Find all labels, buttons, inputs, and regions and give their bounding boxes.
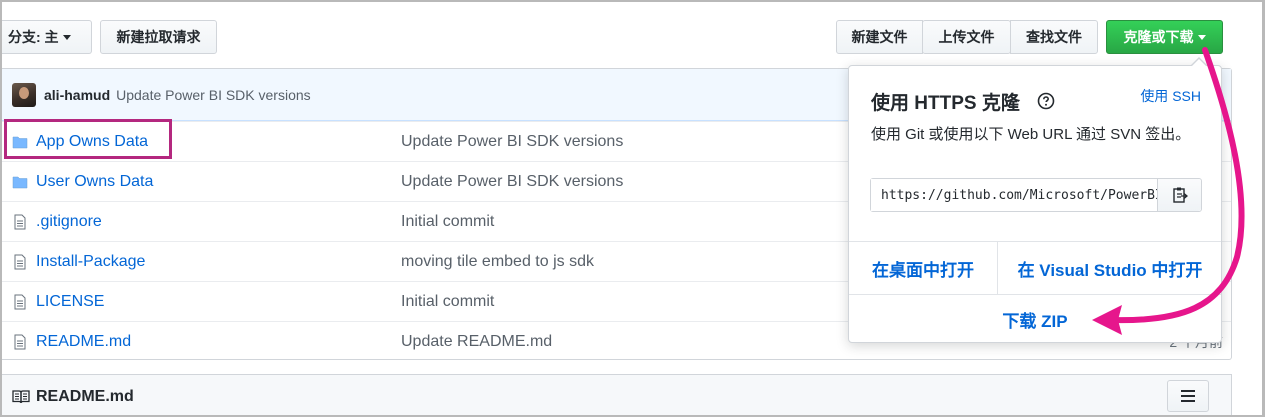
readme-header: README.md: [2, 374, 1232, 415]
new-pull-request-button[interactable]: 新建拉取请求: [100, 20, 217, 54]
file-commit-message[interactable]: Initial commit: [401, 213, 494, 231]
open-options-row: 在桌面中打开 在 Visual Studio 中打开: [849, 241, 1221, 295]
screenshot-frame: 分支: 主 新建拉取请求 新建文件 上传文件 查找文件 克隆或下载 ali-ha…: [0, 0, 1265, 417]
file-name-link[interactable]: User Owns Data: [36, 173, 153, 191]
file-name-link[interactable]: .gitignore: [36, 213, 102, 231]
file-commit-message[interactable]: Initial commit: [401, 293, 494, 311]
clone-dropdown-panel: 使用 HTTPS 克隆 使用 SSH 使用 Git 或使用以下 Web URL …: [848, 57, 1222, 343]
commit-message[interactable]: Update Power BI SDK versions: [116, 87, 311, 103]
file-icon: [14, 334, 26, 350]
chevron-down-icon: [1197, 34, 1206, 40]
branch-label: 分支: 主: [8, 29, 59, 45]
file-icon: [14, 254, 26, 270]
clone-description: 使用 Git 或使用以下 Web URL 通过 SVN 签出。: [871, 126, 1191, 143]
file-commit-message[interactable]: moving tile embed to js sdk: [401, 253, 594, 271]
download-zip-button[interactable]: 下载 ZIP: [849, 295, 1221, 343]
file-name-link[interactable]: Install-Package: [36, 253, 145, 271]
avatar[interactable]: [12, 82, 36, 107]
clone-dropdown-title: 使用 HTTPS 克隆: [871, 93, 1020, 114]
clipboard-icon: [1172, 187, 1188, 203]
file-name-link[interactable]: LICENSE: [36, 293, 104, 311]
clone-or-download-button[interactable]: 克隆或下载: [1106, 20, 1223, 54]
file-commit-message[interactable]: Update Power BI SDK versions: [401, 173, 623, 191]
file-commit-message[interactable]: Update README.md: [401, 333, 552, 351]
create-new-file-button[interactable]: 新建文件: [836, 20, 923, 54]
clone-url-input[interactable]: [871, 179, 1157, 211]
question-circle-icon[interactable]: [1037, 92, 1055, 110]
hamburger-menu-icon: [1181, 390, 1195, 402]
copy-url-button[interactable]: [1157, 179, 1201, 211]
open-in-visual-studio-button[interactable]: 在 Visual Studio 中打开: [998, 242, 1222, 294]
readme-title: README.md: [36, 388, 134, 405]
readme-menu-button[interactable]: [1167, 380, 1209, 412]
highlight-box: [4, 119, 172, 159]
book-icon: [12, 390, 30, 404]
use-ssh-link[interactable]: 使用 SSH: [1140, 86, 1201, 106]
clone-url-group: [870, 178, 1202, 212]
find-file-button[interactable]: 查找文件: [1010, 20, 1098, 54]
clone-button-label: 克隆或下载: [1123, 29, 1194, 45]
file-icon: [14, 294, 26, 310]
commit-author[interactable]: ali-hamud: [44, 87, 110, 103]
file-icon: [14, 214, 26, 230]
file-name-link[interactable]: README.md: [36, 333, 131, 351]
chevron-down-icon: [62, 34, 71, 40]
folder-icon: [12, 176, 28, 189]
branch-select-button[interactable]: 分支: 主: [2, 20, 92, 54]
upload-files-button[interactable]: 上传文件: [922, 20, 1011, 54]
open-in-desktop-button[interactable]: 在桌面中打开: [849, 242, 998, 294]
file-commit-message[interactable]: Update Power BI SDK versions: [401, 133, 623, 151]
